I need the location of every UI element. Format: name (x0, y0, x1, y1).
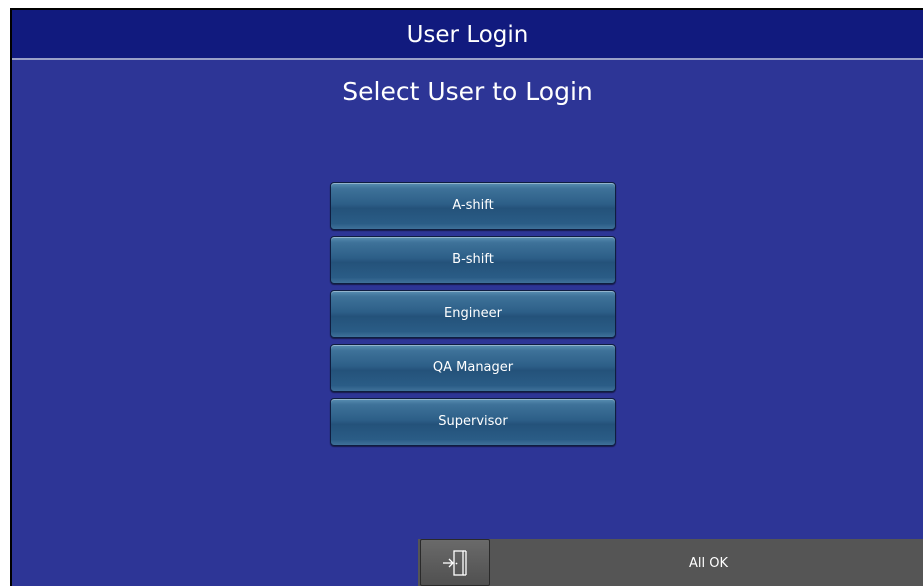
login-screen: User Login Select User to Login A-shift … (10, 8, 923, 586)
user-button-supervisor[interactable]: Supervisor (330, 398, 616, 446)
user-list: A-shift B-shift Engineer QA Manager Supe… (330, 182, 616, 452)
logout-button[interactable] (420, 539, 490, 586)
user-button-qa-manager[interactable]: QA Manager (330, 344, 616, 392)
user-button-a-shift[interactable]: A-shift (330, 182, 616, 230)
page-heading: Select User to Login (342, 77, 593, 106)
status-bar: All OK (418, 539, 923, 586)
user-button-engineer[interactable]: Engineer (330, 290, 616, 338)
window-title: User Login (12, 10, 923, 60)
user-button-b-shift[interactable]: B-shift (330, 236, 616, 284)
status-text: All OK (688, 556, 728, 571)
logout-door-icon (443, 549, 467, 576)
